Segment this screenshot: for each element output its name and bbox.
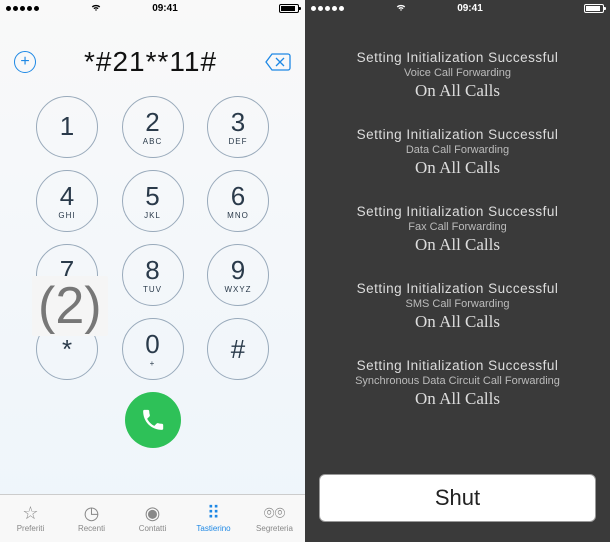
wifi-icon: [395, 2, 407, 15]
contact-icon: ◉: [145, 504, 161, 522]
dial-entry-row: + *#21**11#: [0, 16, 305, 96]
signal-dots-icon: [311, 6, 344, 11]
key-1[interactable]: 1: [36, 96, 98, 158]
shut-button[interactable]: Shut: [319, 474, 596, 522]
key-8[interactable]: 8TUV: [122, 244, 184, 306]
tab-favorites[interactable]: ☆Preferiti: [0, 495, 61, 542]
result-sms: Setting Initialization Successful SMS Ca…: [313, 281, 602, 332]
result-data: Setting Initialization Successful Data C…: [313, 127, 602, 178]
key-5[interactable]: 5JKL: [122, 170, 184, 232]
result-voice: Setting Initialization Successful Voice …: [313, 50, 602, 101]
backspace-icon[interactable]: [265, 53, 291, 71]
key-9[interactable]: 9WXYZ: [207, 244, 269, 306]
tab-voicemail[interactable]: ⌾⌾Segreteria: [244, 495, 305, 542]
status-time: 09:41: [152, 3, 178, 14]
entered-number: *#21**11#: [84, 46, 217, 78]
star-icon: ☆: [22, 504, 38, 522]
signal-dots-icon: [6, 6, 39, 11]
keypad: 1 2ABC 3DEF 4GHI 5JKL 6MNO 7PQRS 8TUV 9W…: [0, 96, 305, 448]
battery-icon: [584, 4, 604, 13]
tab-recents[interactable]: ◷Recenti: [61, 495, 122, 542]
result-screen: 09:41 Setting Initialization Successful …: [305, 0, 610, 542]
key-4[interactable]: 4GHI: [36, 170, 98, 232]
battery-icon: [279, 4, 299, 13]
key-6[interactable]: 6MNO: [207, 170, 269, 232]
result-fax: Setting Initialization Successful Fax Ca…: [313, 204, 602, 255]
status-bar-right: 09:41: [305, 0, 610, 16]
key-hash[interactable]: #: [207, 318, 269, 380]
status-bar-left: 09:41: [0, 0, 305, 16]
wifi-icon: [90, 2, 102, 15]
results-list: Setting Initialization Successful Voice …: [305, 16, 610, 409]
key-0[interactable]: 0+: [122, 318, 184, 380]
result-sync: Setting Initialization Successful Synchr…: [313, 358, 602, 409]
tab-bar: ☆Preferiti ◷Recenti ◉Contatti ⠿Tastierin…: [0, 494, 305, 542]
tab-keypad[interactable]: ⠿Tastierino: [183, 495, 244, 542]
status-time: 09:41: [457, 3, 483, 14]
dialer-screen: 09:41 + *#21**11# 1 2ABC 3DEF 4GHI 5JKL …: [0, 0, 305, 542]
key-2[interactable]: 2ABC: [122, 96, 184, 158]
keypad-icon: ⠿: [207, 504, 220, 522]
clock-icon: ◷: [84, 504, 100, 522]
add-contact-icon[interactable]: +: [14, 51, 36, 73]
tab-contacts[interactable]: ◉Contatti: [122, 495, 183, 542]
key-3[interactable]: 3DEF: [207, 96, 269, 158]
voicemail-icon: ⌾⌾: [264, 504, 286, 522]
call-button[interactable]: [125, 392, 181, 448]
step-overlay: (2): [32, 276, 108, 336]
